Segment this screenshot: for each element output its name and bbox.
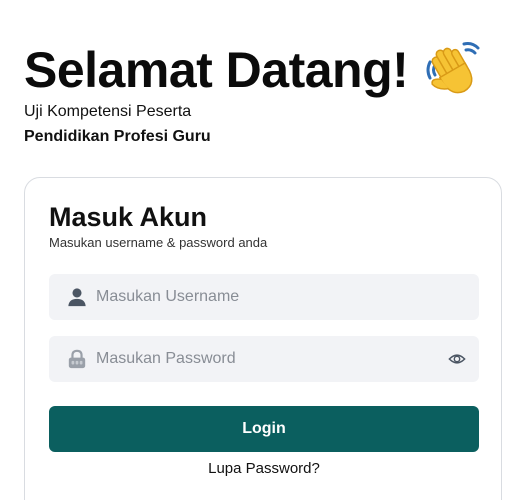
lock-icon [66, 348, 88, 370]
eye-icon[interactable] [447, 349, 467, 369]
username-input[interactable] [96, 274, 479, 320]
card-subtitle: Masukan username & password anda [49, 235, 268, 250]
card-title: Masuk Akun [49, 202, 208, 232]
user-icon [66, 286, 88, 308]
page-title: Selamat Datang! [24, 42, 409, 98]
username-field[interactable] [49, 274, 479, 320]
subtitle: Uji Kompetensi Peserta [24, 103, 192, 120]
login-card: Masuk Akun Masukan username & password a… [24, 177, 502, 500]
login-button[interactable]: Login [49, 406, 479, 452]
program-name: Pendidikan Profesi Guru [24, 128, 211, 145]
login-page: Selamat Datang! Uji Kompetensi Peserta P… [0, 0, 527, 500]
greeting-heading: Selamat Datang! [24, 38, 482, 102]
password-field[interactable] [49, 336, 479, 382]
forgot-password-link[interactable]: Lupa Password? [49, 460, 479, 477]
waving-hand-icon [424, 40, 482, 100]
password-input[interactable] [96, 336, 447, 382]
